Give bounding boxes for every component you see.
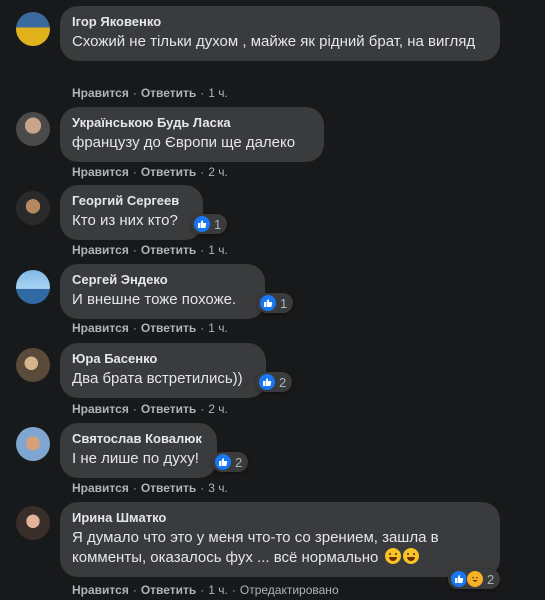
reaction-count[interactable]: 1 <box>257 293 294 313</box>
avatar[interactable] <box>16 427 50 461</box>
laughing-face-icon <box>466 570 484 588</box>
separator: · <box>132 165 137 179</box>
comment-actions: Нравится · Ответить · 1 ч. <box>72 321 228 335</box>
separator: · <box>132 583 137 597</box>
comment-author[interactable]: Сергей Эндеко <box>72 272 253 288</box>
like-link[interactable]: Нравится <box>72 481 129 495</box>
comment-actions: Нравится · Ответить · 1 ч. <box>72 243 228 257</box>
comment-author[interactable]: Святослав Ковалюк <box>72 431 205 447</box>
separator: · <box>200 583 205 597</box>
comment-text: Два брата встретились)) <box>72 370 243 387</box>
separator: · <box>132 243 137 257</box>
comment-actions: Нравится · Ответить · 3 ч. <box>72 481 228 495</box>
like-link[interactable]: Нравится <box>72 321 129 335</box>
like-link[interactable]: Нравится <box>72 583 129 597</box>
thumbs-up-icon <box>193 215 211 233</box>
reaction-number: 2 <box>235 454 243 470</box>
separator: · <box>200 165 205 179</box>
comment-author[interactable]: Українською Будь Ласка <box>72 115 312 131</box>
separator: · <box>132 321 137 335</box>
reply-link[interactable]: Ответить <box>141 583 196 597</box>
separator: · <box>231 583 236 597</box>
timestamp[interactable]: 1 ч. <box>208 583 228 597</box>
separator: · <box>200 481 205 495</box>
comment-bubble: Українською Будь Ласка французу до Європ… <box>60 107 324 162</box>
reply-link[interactable]: Ответить <box>141 321 196 335</box>
comment-bubble: Святослав Ковалюк І не лише по духу! <box>60 423 217 478</box>
timestamp[interactable]: 2 ч. <box>208 402 228 416</box>
avatar[interactable] <box>16 348 50 382</box>
reaction-number: 1 <box>280 295 288 311</box>
comment-author[interactable]: Георгий Сергеев <box>72 193 191 209</box>
comment-actions: Нравится · Ответить · 1 ч. · Отредактировано <box>72 583 339 597</box>
thumbs-up-icon <box>214 453 232 471</box>
avatar[interactable] <box>16 191 50 225</box>
grinning-face-icon <box>384 548 401 564</box>
timestamp[interactable]: 1 ч. <box>208 243 228 257</box>
like-link[interactable]: Нравится <box>72 165 129 179</box>
edited-label: Отредактировано <box>239 583 339 597</box>
comment-bubble: Сергей Эндеко И внешне тоже похоже. <box>60 264 265 319</box>
comment-bubble: Юра Басенко Два брата встретились)) <box>60 343 266 398</box>
avatar[interactable] <box>16 270 50 304</box>
avatar[interactable] <box>16 12 50 46</box>
like-link[interactable]: Нравится <box>72 243 129 257</box>
reply-link[interactable]: Ответить <box>141 402 196 416</box>
reaction-count[interactable]: 1 <box>191 214 228 234</box>
reaction-number: 1 <box>214 216 222 232</box>
comment-text: Схожий не тільки духом , майже як рідний… <box>72 33 476 50</box>
comment-text: І не лише по духу! <box>72 450 199 467</box>
reply-link[interactable]: Ответить <box>141 243 196 257</box>
comment-bubble: Ігор Яковенко Схожий не тільки духом , м… <box>60 6 500 61</box>
separator: · <box>200 321 205 335</box>
separator: · <box>132 402 137 416</box>
thumbs-up-icon <box>259 294 277 312</box>
like-link[interactable]: Нравится <box>72 402 129 416</box>
comment-text: И внешне тоже похоже. <box>72 291 237 308</box>
reaction-number: 2 <box>279 374 287 390</box>
comment-bubble: Георгий Сергеев Кто из них кто? <box>60 185 203 240</box>
comment-actions: Нравится · Ответить · 2 ч. <box>72 165 228 179</box>
comment-author[interactable]: Ігор Яковенко <box>72 14 488 30</box>
reaction-count[interactable]: 2 <box>212 452 249 472</box>
separator: · <box>132 481 137 495</box>
separator: · <box>132 86 137 100</box>
avatar[interactable] <box>16 112 50 146</box>
rolling-laughing-face-icon <box>402 548 419 564</box>
comment-text: французу до Європи ще далеко <box>72 134 296 151</box>
reaction-number: 2 <box>487 571 495 587</box>
comment-actions: Нравится · Ответить · 2 ч. <box>72 402 228 416</box>
reply-link[interactable]: Ответить <box>141 165 196 179</box>
comment-text: Кто из них кто? <box>72 212 178 229</box>
separator: · <box>200 402 205 416</box>
separator: · <box>200 243 205 257</box>
avatar[interactable] <box>16 506 50 540</box>
reply-link[interactable]: Ответить <box>141 86 196 100</box>
like-link[interactable]: Нравится <box>72 86 129 100</box>
timestamp[interactable]: 2 ч. <box>208 165 228 179</box>
comment-actions: Нравится · Ответить · 1 ч. <box>72 86 228 100</box>
timestamp[interactable]: 1 ч. <box>208 86 228 100</box>
comment-text: Я думало что это у меня что-то со зрение… <box>72 528 488 568</box>
reaction-count[interactable]: 2 <box>448 569 501 589</box>
reply-link[interactable]: Ответить <box>141 481 196 495</box>
separator: · <box>200 86 205 100</box>
reaction-count[interactable]: 2 <box>256 372 293 392</box>
comment-author[interactable]: Ирина Шматко <box>72 510 488 526</box>
comment-author[interactable]: Юра Басенко <box>72 351 254 367</box>
comment-bubble: Ирина Шматко Я думало что это у меня что… <box>60 502 500 577</box>
timestamp[interactable]: 1 ч. <box>208 321 228 335</box>
timestamp[interactable]: 3 ч. <box>208 481 228 495</box>
thumbs-up-icon <box>258 373 276 391</box>
comment-text-content: Я думало что это у меня что-то со зрение… <box>72 529 439 566</box>
